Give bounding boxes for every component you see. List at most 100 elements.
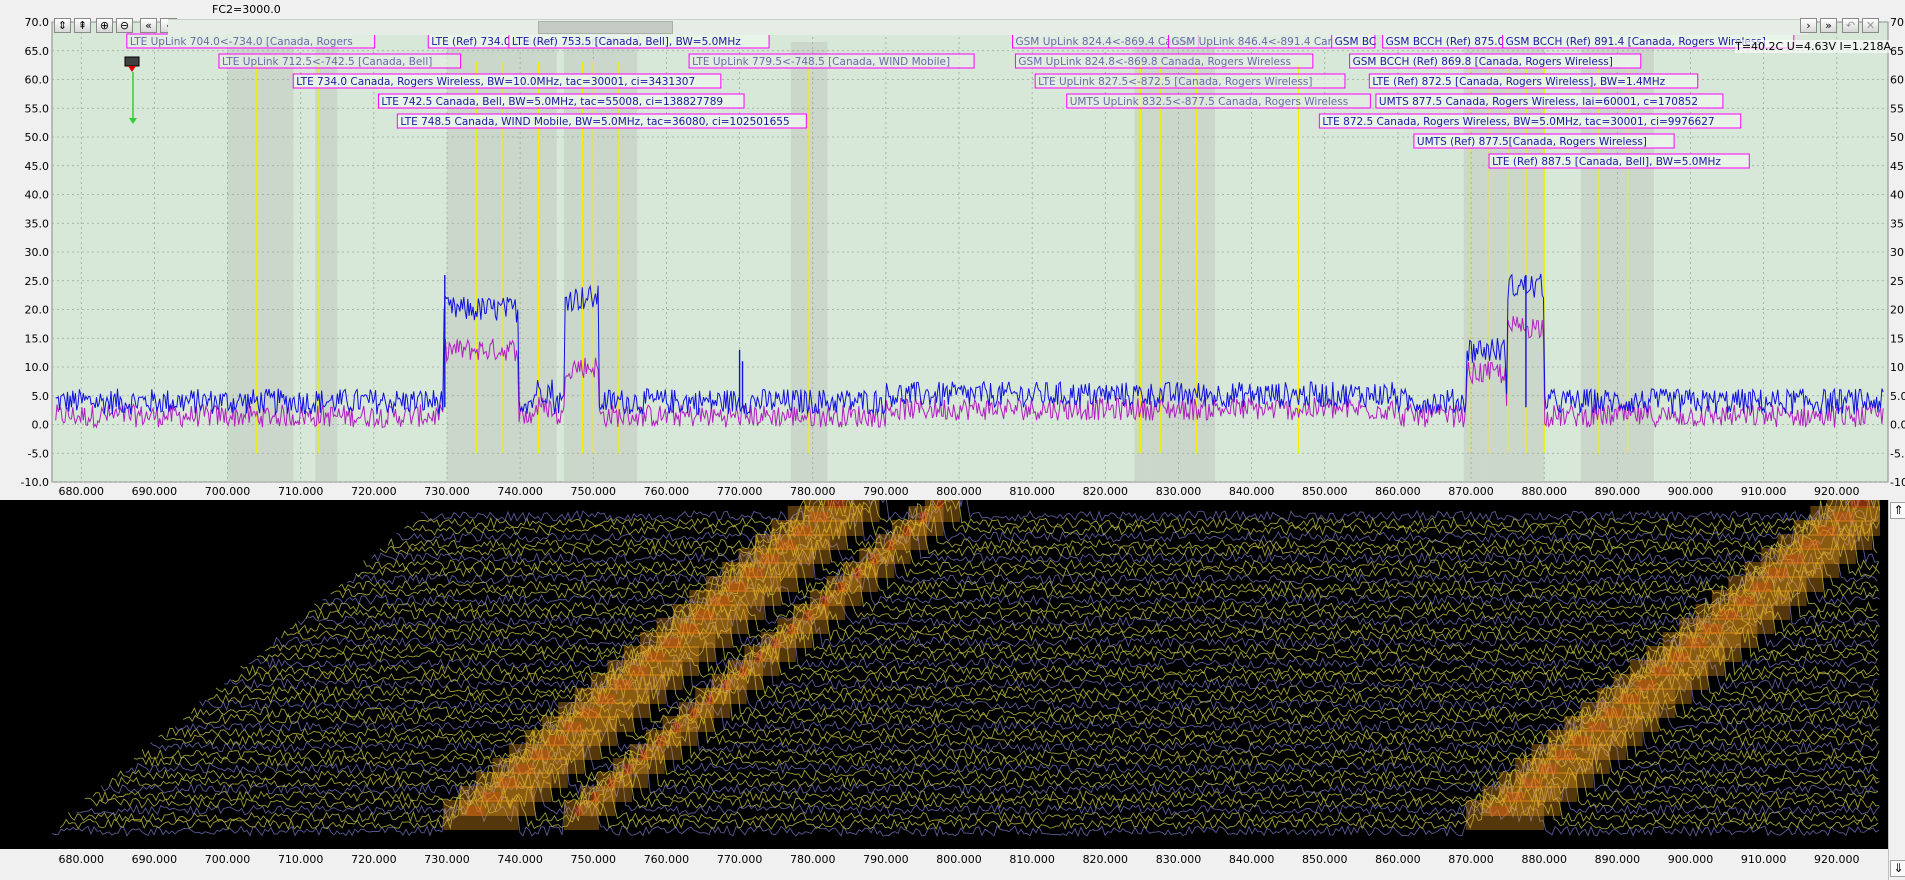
frequency-marker-label[interactable]: LTE UpLink 704.0<-734.0 [Canada, Rogers [126,33,376,49]
marker-label-text: LTE UpLink 712.5<-742.5 [Canada, Bell] [222,56,432,68]
marker-add-button[interactable]: ⇞ [74,18,91,33]
frequency-marker-label[interactable]: LTE 872.5 Canada, Rogers Wireless, BW=5.… [1318,113,1742,129]
x-tick-label: 690.000 [132,485,178,498]
y-tick-label-right: 70.0 [1890,16,1905,29]
x-tick-label: 900.000 [1668,485,1714,498]
spectrum-plot[interactable]: LTE UpLink 704.0<-734.0 [Canada, Rogers L… [0,0,1905,500]
marker-label-text: GSM BCCH (Ref) 891.4 [Canada, Rogers Wir… [1506,36,1766,48]
waterfall-plot[interactable]: 680.000 690.000 700.000 710.000 720.000 730.0… [0,500,1905,880]
scroll-far-left-button[interactable]: « [140,18,157,33]
waterfall-x-tick-label: 800.000 [936,853,982,866]
waterfall-x-tick-label: 740.000 [497,853,543,866]
y-tick-label-left: 35.0 [25,217,50,230]
y-tick-label-left: 25.0 [25,275,50,288]
fc2-label: FC2=3000.0 [212,3,281,16]
frequency-marker-label[interactable]: LTE 742.5 Canada, Bell, BW=5.0MHz, tac=5… [377,93,745,109]
x-tick-label: 790.000 [863,485,909,498]
close-panel-button[interactable]: ✕ [1862,18,1879,33]
waterfall-x-tick-label: 720.000 [351,853,397,866]
y-tick-label-right: 65.0 [1890,45,1905,58]
frequency-marker-label[interactable]: UMTS UpLink 832.5<-877.5 Canada, Rogers … [1066,93,1371,109]
x-tick-label: 810.000 [1009,485,1055,498]
y-tick-label-left: 10.0 [25,361,50,374]
marker-label-text: LTE (Ref) 753.5 [Canada, Bell], BW=5.0MH… [512,36,741,48]
waterfall-x-tick-label: 920.000 [1814,853,1860,866]
x-tick-label: 720.000 [351,485,397,498]
scroll-far-right-button[interactable]: » [1820,18,1837,33]
frequency-marker-label[interactable]: LTE UpLink 827.5<-872.5 [Canada, Rogers … [1034,73,1346,89]
x-tick-label: 750.000 [571,485,617,498]
marker-label-text: LTE UpLink 827.5<-872.5 [Canada, Rogers … [1038,76,1312,88]
frequency-marker-label[interactable]: GSM UpLink 824.8<-869.8 Canada, Rogers W… [1014,53,1314,69]
x-tick-label: 830.000 [1156,485,1202,498]
waterfall-x-tick-label: 860.000 [1375,853,1421,866]
waterfall-x-tick-label: 760.000 [644,853,690,866]
frequency-marker-label[interactable]: LTE UpLink 779.5<-748.5 [Canada, WIND Mo… [688,53,975,69]
frequency-marker-label[interactable]: UMTS (Ref) 877.5[Canada, Rogers Wireless… [1413,133,1675,149]
waterfall-signal-peak [1850,500,1870,508]
waterfall-x-tick-label: 900.000 [1668,853,1714,866]
y-tick-label-left: 70.0 [25,16,50,29]
waterfall-x-tick-label: 780.000 [790,853,836,866]
frequency-marker-label[interactable]: LTE UpLink 712.5<-742.5 [Canada, Bell] [218,53,462,69]
fit-vertical-button[interactable]: ⇕ [54,18,71,33]
zoom-in-button[interactable]: ⊕ [96,18,113,33]
frequency-marker-label[interactable]: GSM BC [1331,33,1377,49]
marker-label-text: GSM BCCH (Ref) 869.8 [Canada, Rogers Wir… [1353,56,1613,68]
y-tick-label-left: 15.0 [25,332,50,345]
scroll-up-icon[interactable]: ⇑ [1890,502,1905,519]
y-tick-label-right: 40.0 [1890,189,1905,202]
waterfall-x-tick-label: 910.000 [1741,853,1787,866]
x-tick-label: 910.000 [1741,485,1787,498]
marker-label-text: GSM UpLink 824.4<-869.4 Canad [1016,36,1192,48]
waterfall-x-tick-label: 850.000 [1302,853,1348,866]
spectrum-horizontal-scrollbar[interactable] [168,19,1808,35]
y-tick-label-left: 45.0 [25,160,50,173]
x-tick-label: 760.000 [644,485,690,498]
frequency-marker-label[interactable]: UMTS 877.5 Canada, Rogers Wireless, lai=… [1375,93,1724,109]
waterfall-x-tick-label: 890.000 [1595,853,1641,866]
x-tick-label: 780.000 [790,485,836,498]
frequency-marker-label[interactable]: LTE 734.0 Canada, Rogers Wireless, BW=10… [292,73,722,89]
waterfall-x-tick-label: 690.000 [132,853,178,866]
device-status-readout: T=40.2C U=4.63V I=1.218A [1735,40,1891,53]
frequency-marker-label[interactable]: GSM BCCH (Ref) 869.8 [Canada, Rogers Wir… [1349,53,1642,69]
waterfall-x-tick-label: 680.000 [59,853,105,866]
waterfall-vertical-scrollbar[interactable]: ⇑ ⇓ [1888,500,1905,880]
undo-zoom-button[interactable]: ↶ [1842,18,1859,33]
y-tick-label-left: 5.0 [32,390,50,403]
x-tick-label: 880.000 [1521,485,1567,498]
y-tick-label-left: 30.0 [25,246,50,259]
spectrum-toolbar-right: › » ↶ ✕ [1800,18,1890,36]
scroll-right-button[interactable]: › [1800,18,1817,33]
y-tick-label-right: 60.0 [1890,74,1905,87]
scrollbar-thumb[interactable] [538,21,673,34]
marker-label-text: GSM UpLink 846.4<-891.4 Canada [1171,36,1353,48]
y-tick-label-left: 40.0 [25,189,50,202]
marker-label-text: LTE 742.5 Canada, Bell, BW=5.0MHz, tac=5… [381,96,723,108]
marker-label-text: LTE 734.0 Canada, Rogers Wireless, BW=10… [296,76,695,88]
waterfall-x-tick-label: 820.000 [1083,853,1129,866]
y-tick-label-left: 55.0 [25,102,50,115]
x-tick-label: 770.000 [717,485,763,498]
y-tick-label-left: -10.0 [21,476,49,489]
x-tick-label: 920.000 [1814,485,1860,498]
frequency-marker-label[interactable]: LTE (Ref) 887.5 [Canada, Bell], BW=5.0MH… [1488,153,1750,169]
scroll-down-icon[interactable]: ⇓ [1890,860,1905,877]
y-tick-label-right: 20.0 [1890,304,1905,317]
marker-label-text: UMTS UpLink 832.5<-877.5 Canada, Rogers … [1070,96,1348,108]
marker-label-text: GSM BCCH (Ref) 875.0 [ [1386,36,1512,48]
marker-label-text: GSM BC [1335,36,1377,48]
waterfall-x-tick-label: 810.000 [1009,853,1055,866]
waterfall-x-tick-label: 880.000 [1521,853,1567,866]
marker-label-text: GSM UpLink 824.8<-869.8 Canada, Rogers W… [1018,56,1291,68]
zoom-out-button[interactable]: ⊖ [116,18,133,33]
y-tick-label-left: 60.0 [25,74,50,87]
frequency-marker-label[interactable]: LTE (Ref) 753.5 [Canada, Bell], BW=5.0MH… [508,33,770,49]
waterfall-x-tick-label: 770.000 [717,853,763,866]
frequency-marker-label[interactable]: LTE (Ref) 872.5 [Canada, Rogers Wireless… [1368,73,1699,89]
x-tick-label: 840.000 [1229,485,1275,498]
marker-label-text: LTE 748.5 Canada, WIND Mobile, BW=5.0MHz… [400,116,789,128]
y-tick-label-right: 5.0 [1890,390,1905,403]
frequency-marker-label[interactable]: LTE 748.5 Canada, WIND Mobile, BW=5.0MHz… [396,113,807,129]
